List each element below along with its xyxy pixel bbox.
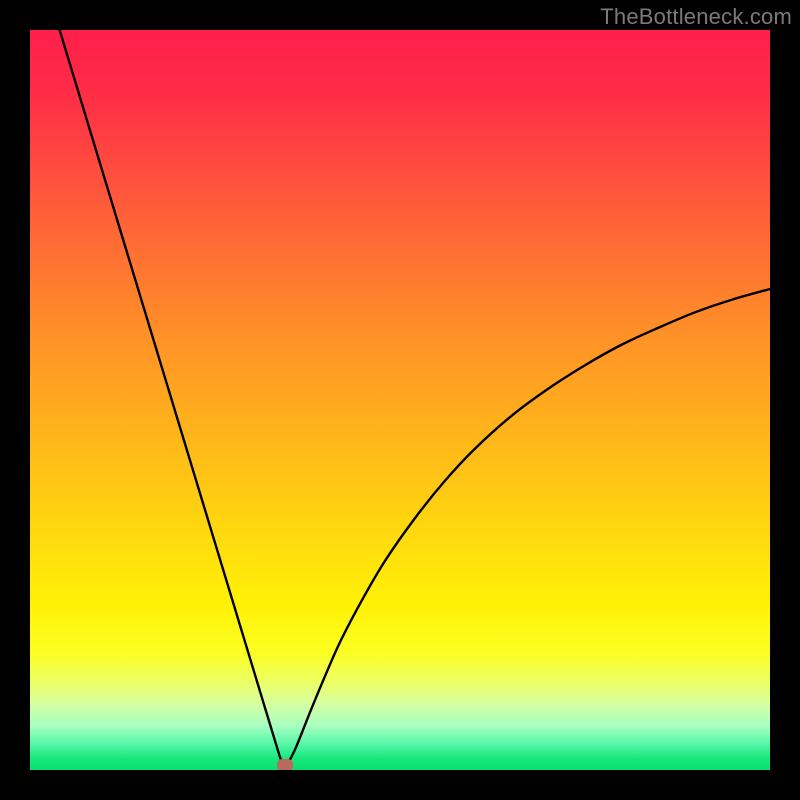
- bottleneck-curve: [60, 30, 770, 765]
- plot-area: [30, 30, 770, 770]
- watermark-text: TheBottleneck.com: [600, 4, 792, 30]
- chart-frame: TheBottleneck.com: [0, 0, 800, 800]
- optimal-point-marker: [277, 759, 293, 770]
- curve-layer: [30, 30, 770, 770]
